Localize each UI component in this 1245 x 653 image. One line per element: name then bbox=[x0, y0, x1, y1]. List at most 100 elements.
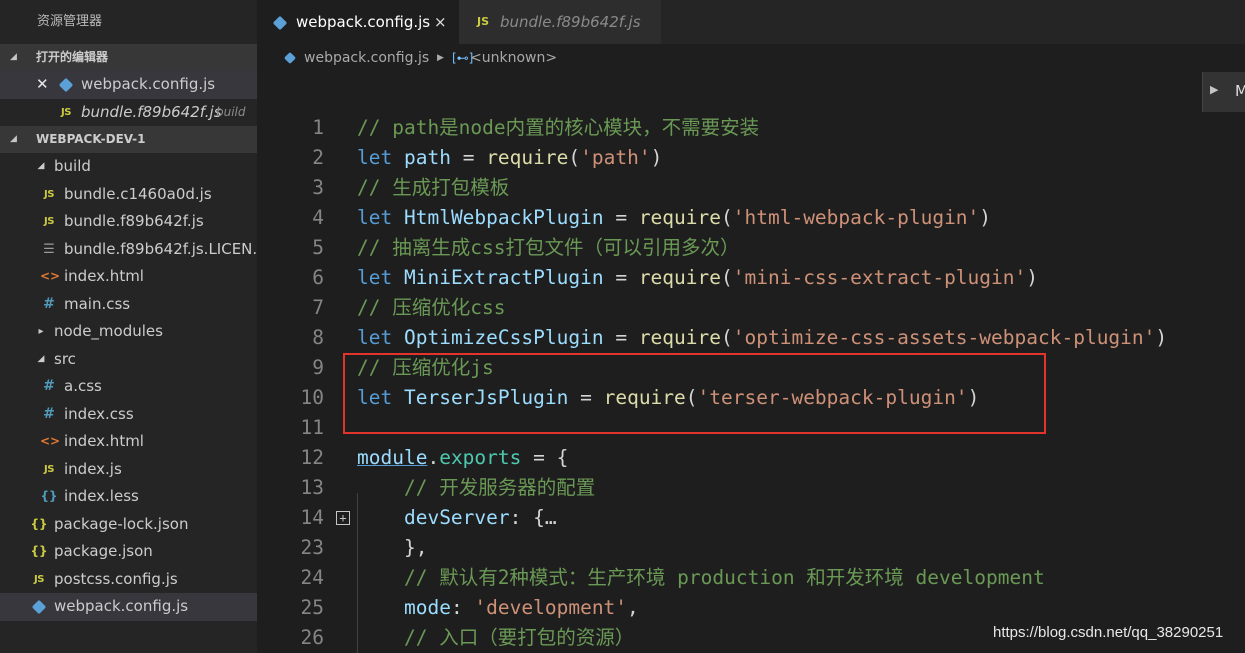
less-icon: {} bbox=[40, 489, 58, 503]
code-line[interactable]: 24 // 默认有2种模式：生产环境 production 和开发环境 deve… bbox=[257, 563, 1202, 593]
code-text: // 生成打包模板 bbox=[357, 176, 510, 199]
webpack-cube-icon bbox=[272, 0, 288, 44]
code-line[interactable]: 14 + devServer: {… bbox=[257, 503, 1202, 533]
open-editor-folder-hint: build bbox=[216, 104, 246, 119]
js-icon: JS bbox=[44, 188, 54, 200]
code-text: // 入口（要打包的资源） bbox=[403, 626, 635, 649]
code-line[interactable]: 13 // 开发服务器的配置 bbox=[257, 473, 1202, 503]
line-number: 9 bbox=[312, 356, 324, 379]
tree-item[interactable]: <> index.html bbox=[0, 428, 257, 456]
line-number: 10 bbox=[300, 386, 324, 409]
line-number: 12 bbox=[300, 446, 324, 469]
tree-item[interactable]: ☰ bundle.f89b642f.js.LICEN... bbox=[0, 236, 257, 264]
code-text: mode: 'development', bbox=[403, 596, 639, 619]
code-text: // 开发服务器的配置 bbox=[403, 476, 596, 499]
tree-item[interactable]: # a.css bbox=[0, 373, 257, 401]
code-line[interactable]: 7 // 压缩优化css bbox=[257, 293, 1202, 323]
tree-item[interactable]: # index.css bbox=[0, 401, 257, 429]
code-line[interactable]: 25 mode: 'development', bbox=[257, 593, 1202, 623]
close-icon[interactable]: ✕ bbox=[36, 71, 49, 99]
js-icon: JS bbox=[477, 15, 490, 28]
code-line[interactable]: 1 // path是node内置的核心模块，不需要安装 bbox=[257, 113, 1202, 143]
css-icon: # bbox=[43, 378, 55, 394]
fold-expand-icon[interactable]: + bbox=[336, 511, 350, 525]
tree-folder-node-modules[interactable]: ▸ node_modules bbox=[0, 318, 257, 346]
tree-item-active[interactable]: webpack.config.js bbox=[0, 593, 257, 621]
webpack-cube-icon bbox=[283, 51, 297, 65]
line-number: 7 bbox=[312, 296, 324, 319]
css-icon: # bbox=[43, 405, 55, 422]
tab-bundle[interactable]: JS bundle.f89b642f.js bbox=[459, 0, 661, 44]
tree-folder-build[interactable]: ◢ build bbox=[0, 153, 257, 181]
code-text: let HtmlWebpackPlugin = require('html-we… bbox=[357, 206, 992, 229]
code-text: // path是node内置的核心模块，不需要安装 bbox=[357, 116, 760, 139]
js-icon: JS bbox=[34, 573, 44, 585]
tab-label: webpack.config.js bbox=[296, 13, 431, 31]
tree-folder-src[interactable]: ◢ src bbox=[0, 346, 257, 374]
tree-item[interactable]: JS postcss.config.js bbox=[0, 566, 257, 594]
project-header[interactable]: ◢ WEBPACK-DEV-1 bbox=[0, 126, 257, 153]
code-line[interactable]: 4 let HtmlWebpackPlugin = require('html-w… bbox=[257, 203, 1202, 233]
tree-item[interactable]: {} package.json bbox=[0, 538, 257, 566]
code-line[interactable]: 5 // 抽离生成css打包文件（可以引用多次） bbox=[257, 233, 1202, 263]
code-text: devServer: {… bbox=[403, 506, 557, 529]
find-widget-label: M bbox=[1235, 82, 1245, 100]
tree-item[interactable]: {} package-lock.json bbox=[0, 511, 257, 539]
line-number: 1 bbox=[312, 116, 324, 139]
chevron-right-icon: ▸ bbox=[38, 326, 44, 337]
watermark: https://blog.csdn.net/qq_38290251 bbox=[993, 624, 1224, 641]
code-text: let OptimizeCssPlugin = require('optimiz… bbox=[357, 326, 1168, 349]
tree-item[interactable]: # main.css bbox=[0, 291, 257, 319]
line-number: 14 bbox=[300, 506, 324, 529]
tree-item[interactable]: <> index.html bbox=[0, 263, 257, 291]
tree-item[interactable]: {} index.less bbox=[0, 483, 257, 511]
chevron-down-icon: ◢ bbox=[37, 353, 45, 364]
open-editors-header[interactable]: ◢ 打开的编辑器 bbox=[0, 44, 257, 71]
open-editor-item-webpack-config[interactable]: ✕ webpack.config.js bbox=[0, 71, 257, 99]
code-line[interactable]: 2 let path = require('path') bbox=[257, 143, 1202, 173]
code-text: let MiniExtractPlugin = require('mini-cs… bbox=[357, 266, 1038, 289]
code-line[interactable]: 23 }, bbox=[257, 533, 1202, 563]
line-number: 5 bbox=[312, 236, 324, 259]
close-icon[interactable]: × bbox=[434, 0, 447, 44]
chevron-right-icon: ▶ bbox=[1210, 83, 1219, 96]
line-number: 3 bbox=[312, 176, 324, 199]
code-text: module.exports = { bbox=[357, 446, 569, 469]
editor-tab-bar: webpack.config.js × JS bundle.f89b642f.j… bbox=[257, 0, 1245, 44]
html-icon: <> bbox=[40, 434, 61, 448]
chevron-down-icon: ◢ bbox=[37, 161, 45, 171]
code-line[interactable]: 6 let MiniExtractPlugin = require('mini-c… bbox=[257, 263, 1202, 293]
find-widget-toggle[interactable]: ▶ M bbox=[1202, 72, 1245, 112]
open-editor-item-bundle[interactable]: JS bundle.f89b642f.js build bbox=[0, 99, 257, 127]
tab-label: bundle.f89b642f.js bbox=[500, 13, 641, 31]
breadcrumb: webpack.config.js ▶ [⊷] <unknown> bbox=[257, 44, 1245, 72]
js-icon: JS bbox=[44, 216, 54, 227]
license-file-icon: ☰ bbox=[43, 241, 55, 257]
open-editor-label: bundle.f89b642f.js bbox=[81, 102, 222, 121]
line-number: 8 bbox=[312, 326, 324, 349]
breadcrumb-symbol[interactable]: <unknown> bbox=[470, 44, 557, 72]
html-icon: <> bbox=[40, 269, 61, 283]
breadcrumb-file[interactable]: webpack.config.js bbox=[304, 44, 429, 72]
tree-item[interactable]: JS bundle.f89b642f.js bbox=[0, 208, 257, 236]
css-icon: # bbox=[43, 295, 55, 312]
js-icon: JS bbox=[61, 106, 71, 118]
tree-item[interactable]: JS bundle.c1460a0d.js bbox=[0, 181, 257, 209]
code-text: // 压缩优化css bbox=[357, 296, 506, 319]
code-text: let path = require('path') bbox=[357, 146, 663, 169]
line-number: 2 bbox=[312, 146, 324, 169]
line-number: 6 bbox=[312, 266, 324, 289]
code-line[interactable]: 8 let OptimizeCssPlugin = require('optimi… bbox=[257, 323, 1202, 353]
code-text: // 默认有2种模式：生产环境 production 和开发环境 develop… bbox=[403, 566, 1045, 589]
line-number: 26 bbox=[300, 626, 324, 649]
js-icon: JS bbox=[44, 463, 54, 475]
code-line[interactable]: 3 // 生成打包模板 bbox=[257, 173, 1202, 203]
highlight-annotation-box bbox=[343, 353, 1046, 434]
json-icon: {} bbox=[30, 544, 48, 558]
line-number: 13 bbox=[300, 476, 324, 499]
code-line[interactable]: 12 module.exports = { bbox=[257, 443, 1202, 473]
webpack-cube-icon bbox=[57, 71, 75, 99]
tab-webpack-config[interactable]: webpack.config.js × bbox=[257, 0, 459, 44]
line-number: 4 bbox=[312, 206, 324, 229]
tree-item[interactable]: JS index.js bbox=[0, 456, 257, 484]
